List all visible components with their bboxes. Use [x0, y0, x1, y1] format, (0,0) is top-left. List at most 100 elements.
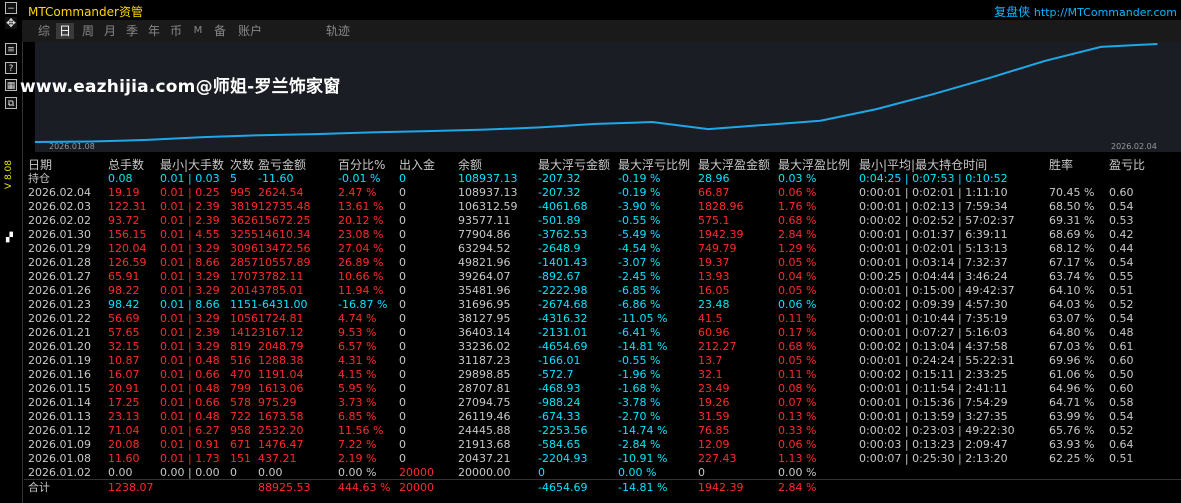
brand-url[interactable]: http://MTCommander.com [1034, 6, 1177, 19]
table-row-cell: 0.68 % [778, 214, 817, 227]
table-header-cell: 最大浮盈金额 [698, 158, 771, 172]
table-row-cell: -2204.93 [538, 452, 588, 465]
equity-point [875, 108, 878, 110]
table-row-cell: 19.26 [698, 396, 730, 409]
table-row: 2026.01.22 56.69 0.01 | 3.29 1056 1724.81 4.7… [24, 312, 1181, 326]
daily-stats-table: 日期 总手数 最小|大手数 次数 盈亏金额 百分比% 出入金 余额 最大浮亏金额 最大浮亏比例 最大… [24, 158, 1181, 480]
table-row-cell: 98.22 [108, 284, 140, 297]
table-row-cell: -988.24 [538, 396, 581, 409]
table-row-cell: 2026.01.28 [28, 256, 91, 269]
tab-notes[interactable]: 备 [212, 23, 228, 39]
table-header-cell: 盈亏金额 [258, 158, 307, 172]
table-row-cell: 20.12 % [338, 214, 384, 227]
table-row-cell: 0.01 | 0.25 [160, 186, 220, 199]
table-row-cell: 0.11 % [778, 312, 817, 325]
table-row-cell: -4061.68 [538, 200, 588, 213]
equity-point [483, 128, 485, 131]
table-row-cell: -10.91 % [618, 452, 668, 465]
table-row-cell: 68.69 % [1049, 228, 1095, 241]
tab-m[interactable]: M [192, 23, 204, 39]
table-row-cell: 0.05 % [778, 284, 817, 297]
table-row-cell: 0 [399, 424, 406, 437]
tab-monthly[interactable]: 月 [102, 23, 118, 39]
table-row-cell: 722 [230, 410, 251, 423]
table-row-cell: 1288.38 [258, 354, 304, 367]
table-row-cell: 0.01 | 0.48 [160, 410, 220, 423]
total-row-container: 合计 1238.07 88925.53 444.63 % 20000 -4654.69 -1… [24, 481, 1181, 495]
table-row-cell: 57.65 [108, 326, 140, 339]
table-row-cell: 20000.00 [458, 466, 511, 479]
table-row-cell: 151 [230, 452, 251, 465]
table-row-cell: 93577.11 [458, 214, 511, 227]
image-icon[interactable]: ▦ [5, 79, 17, 91]
table-row-cell: 16.05 [698, 284, 730, 297]
help-icon[interactable]: ? [5, 62, 17, 74]
table-row-cell: 2857 [230, 256, 258, 269]
equity-point [707, 128, 709, 130]
table-header-cell: 最大浮盈比例 [778, 158, 851, 172]
tab-quarterly[interactable]: 季 [124, 23, 140, 39]
tab-overview[interactable]: 综 [36, 23, 52, 39]
table-row-cell: 77904.86 [458, 228, 511, 241]
tab-weekly[interactable]: 周 [80, 23, 96, 39]
table-header-cell: 最小|大手数 [160, 158, 225, 172]
table-row-cell: 0.54 [1109, 256, 1134, 269]
equity-point [987, 77, 990, 79]
table-row-cell: 19.19 [108, 186, 140, 199]
table-row-cell: 23.13 [108, 410, 140, 423]
table-row-cell: 2026.01.14 [28, 396, 91, 409]
table-row-cell: 3819 [230, 200, 258, 213]
move-icon[interactable]: ✥ [5, 17, 17, 29]
table-row-cell: 0.52 [1109, 298, 1134, 311]
tab-daily[interactable]: 日 [56, 23, 74, 39]
table-row-cell: 26119.46 [458, 410, 511, 423]
table-row-cell: -468.93 [538, 382, 581, 395]
table-row-cell: 64.80 % [1049, 326, 1095, 339]
table-row-cell: 31.59 [698, 410, 730, 423]
table-header-cell: 日期 [28, 158, 53, 172]
equity-point [763, 124, 766, 126]
minimize-icon[interactable]: − [5, 2, 17, 14]
window-icon[interactable]: ⧉ [5, 97, 17, 109]
table-header-cell: 次数 [230, 158, 255, 172]
table-row-cell: 0 [399, 438, 406, 451]
equity-point [539, 126, 541, 129]
table-row-cell: 0:00:03 | 0:13:23 | 2:09:47 [859, 438, 1008, 451]
table-row-cell: 0 [399, 256, 406, 269]
table-row-cell: 63294.52 [458, 242, 511, 255]
table-row-cell: 0.01 | 0.91 [160, 438, 220, 451]
table-row-cell: 0.60 [1109, 186, 1134, 199]
table-row-cell: 0.01 | 2.39 [160, 326, 220, 339]
table-row-cell: -584.65 [538, 438, 581, 451]
table-row-cell: -0.55 % [618, 214, 661, 227]
list-icon[interactable]: ≡ [5, 43, 17, 55]
table-row: 2026.01.28 126.59 0.01 | 8.66 2857 10557.89 2… [24, 256, 1181, 270]
table-row-cell: 1707 [230, 270, 258, 283]
brand[interactable]: 复盘侠 http://MTCommander.com [994, 3, 1177, 20]
table-row-cell: 0:00:01 | 0:15:00 | 49:42:37 [859, 284, 1015, 297]
tab-yearly[interactable]: 年 [146, 23, 162, 39]
tab-currency[interactable]: 币 [168, 23, 184, 39]
table-row-cell: 0.54 [1109, 312, 1134, 325]
tab-track[interactable]: 轨迹 [324, 23, 352, 39]
table-row-cell: 2026.01.29 [28, 242, 91, 255]
table-row: 2026.01.29 120.04 0.01 | 3.29 3096 13472.56 2… [24, 242, 1181, 256]
table-row-cell: -5.49 % [618, 228, 661, 241]
table-row: 2026.02.02 93.72 0.01 | 2.39 3626 15672.25 20… [24, 214, 1181, 228]
tab-account[interactable]: 账户 [236, 23, 264, 39]
table-row-cell: 0.60 [1109, 382, 1134, 395]
table-row-cell: 0.04 % [778, 270, 817, 283]
table-row-cell: 0 [399, 340, 406, 353]
table-row-cell: 62.25 % [1049, 452, 1095, 465]
table-row-cell: 1.76 % [778, 200, 817, 213]
total-row-cell: 合计 [28, 481, 50, 494]
table-row-cell: 23.49 [698, 382, 730, 395]
table-row: 2026.01.20 32.15 0.01 | 3.29 819 2048.79 6.57… [24, 340, 1181, 354]
total-row-cell: 2.84 % [778, 481, 817, 494]
table-row: 2026.01.16 16.07 0.01 | 0.66 470 1191.04 4.15… [24, 368, 1181, 382]
hold-row-cell: 108937.13 [458, 172, 518, 185]
table-row-cell: 64.71 % [1049, 396, 1095, 409]
table-row-cell: 108937.13 [458, 186, 518, 199]
table-row-cell: -166.01 [538, 354, 581, 367]
table-row-cell: 0:00:01 | 0:02:01 | 5:13:13 [859, 242, 1008, 255]
